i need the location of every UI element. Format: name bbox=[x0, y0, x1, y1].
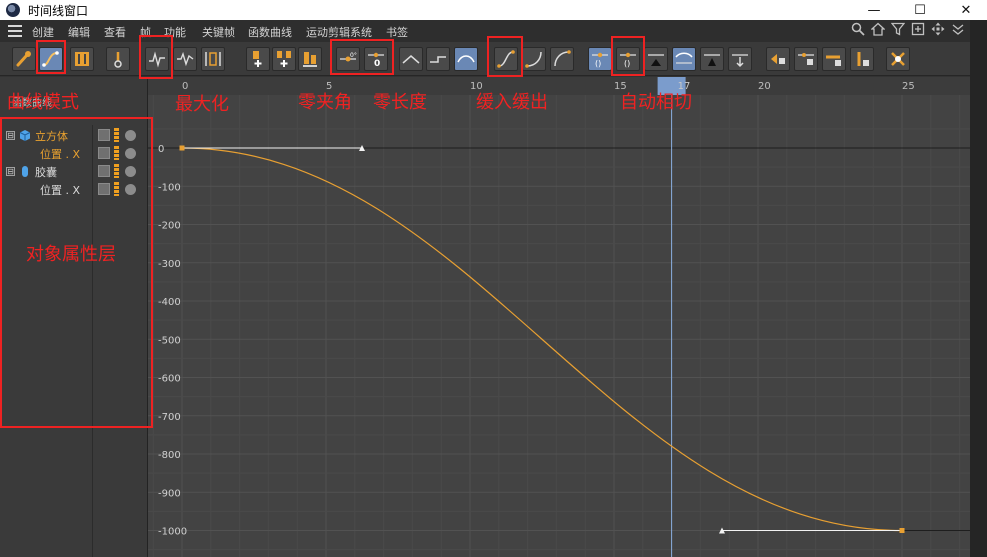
annotation-maximize: 最大化 bbox=[175, 94, 229, 115]
menu-bookmarks[interactable]: 书签 bbox=[386, 24, 408, 40]
value-tick-label: -400 bbox=[158, 297, 181, 308]
auto-tangent-icon: () bbox=[592, 52, 608, 68]
window-title: 时间线窗口 bbox=[28, 4, 89, 18]
dope-sheet-button[interactable] bbox=[70, 47, 94, 71]
curve-mode-highlight bbox=[36, 40, 66, 74]
ease-in-button[interactable] bbox=[522, 47, 546, 71]
menu-view[interactable]: 查看 bbox=[104, 24, 126, 40]
menu-create[interactable]: 创建 bbox=[32, 24, 54, 40]
collapse-icon[interactable] bbox=[950, 22, 966, 38]
right-edge-strip bbox=[970, 20, 987, 557]
menu-key[interactable]: 关键帧 bbox=[202, 24, 235, 40]
annotation-auto-tangent: 自动相切 bbox=[620, 92, 692, 113]
value-tick-label: -700 bbox=[158, 412, 181, 423]
value-tick-label: -900 bbox=[158, 488, 181, 499]
lock-time-button[interactable] bbox=[794, 47, 818, 71]
lock-key-icon bbox=[771, 54, 785, 64]
frame-selected-icon bbox=[205, 52, 221, 66]
value-tick-label: -300 bbox=[158, 259, 181, 270]
key-path-button[interactable] bbox=[12, 47, 36, 71]
annotation-zero-length: 零长度 bbox=[373, 92, 427, 113]
object-attribute-highlight bbox=[0, 117, 153, 428]
add-key-parent-button[interactable] bbox=[298, 47, 322, 71]
weighted-tangent-icon bbox=[675, 52, 693, 64]
auto-tangent-removed-button[interactable] bbox=[644, 47, 668, 71]
lock-tangent-icon bbox=[732, 54, 748, 68]
cinema4d-app-icon bbox=[6, 3, 20, 17]
lock-value-button[interactable] bbox=[822, 47, 846, 71]
break-tangent-button[interactable] bbox=[700, 47, 724, 71]
interactive-mode-button[interactable] bbox=[886, 47, 910, 71]
menu-motion-system[interactable]: 运动剪辑系统 bbox=[306, 24, 372, 40]
close-button[interactable]: ✕ bbox=[943, 0, 987, 20]
ruler-tick-label: 25 bbox=[902, 81, 915, 92]
annotation-object-attribute-layer: 对象属性层 bbox=[26, 244, 116, 265]
step-button[interactable] bbox=[426, 47, 450, 71]
break-tangent-icon bbox=[704, 54, 720, 66]
frame-selected-button[interactable] bbox=[201, 47, 225, 71]
timeline-window: 时间线窗口 — ☐ ✕ 创建 编辑 查看 帧 功能 关键帧 函数曲线 运动剪辑系… bbox=[0, 0, 987, 557]
auto-tangent-removed-icon bbox=[648, 54, 664, 66]
lock-value-icon bbox=[826, 55, 841, 66]
add-key-all-icon bbox=[277, 51, 291, 67]
value-tick-label: 0 bbox=[158, 144, 164, 155]
value-tick-label: -200 bbox=[158, 221, 181, 232]
motion-icon bbox=[114, 52, 122, 68]
key-path-icon bbox=[16, 51, 31, 67]
value-tick-label: -800 bbox=[158, 450, 181, 461]
lock-tangent-length-button[interactable] bbox=[850, 47, 874, 71]
ease-out-icon bbox=[554, 50, 571, 67]
frame-all-button[interactable] bbox=[173, 47, 197, 71]
auto-tangent-button[interactable]: () bbox=[588, 47, 612, 71]
add-key-button[interactable] bbox=[246, 47, 270, 71]
dope-sheet-icon bbox=[75, 52, 89, 66]
ease-in-icon bbox=[525, 51, 542, 68]
f-curve-canvas[interactable]: 0 5 10 15 17 20 250-100-200-300-400-500-600-70… bbox=[148, 77, 970, 557]
maximize-window-button[interactable]: ☐ bbox=[897, 0, 943, 20]
ease-in-out-highlight bbox=[487, 36, 523, 77]
search-icon[interactable] bbox=[850, 22, 866, 38]
value-tick-label: -500 bbox=[158, 335, 181, 346]
frame-all-icon bbox=[177, 51, 194, 67]
ease-out-button[interactable] bbox=[550, 47, 574, 71]
spline-button[interactable] bbox=[454, 47, 478, 71]
keyframe-point bbox=[179, 145, 185, 151]
maximize-highlight bbox=[139, 35, 173, 79]
annotation-ease-in-out: 缓入缓出 bbox=[476, 92, 548, 113]
lock-tangent-length-icon bbox=[857, 52, 869, 66]
menu-f-curve[interactable]: 函数曲线 bbox=[248, 24, 292, 40]
keyframe-point bbox=[899, 528, 905, 533]
svg-text:(): () bbox=[595, 59, 601, 68]
add-key-all-button[interactable] bbox=[272, 47, 296, 71]
interactive-icon bbox=[891, 52, 905, 66]
linear-icon bbox=[402, 55, 420, 64]
step-icon bbox=[430, 56, 446, 63]
ruler-tick-label: 20 bbox=[758, 81, 771, 92]
auto-tangent-highlight bbox=[611, 36, 645, 76]
add-key-parent-icon bbox=[303, 52, 317, 67]
move-icon[interactable] bbox=[930, 22, 946, 38]
lock-tangent-button[interactable] bbox=[728, 47, 752, 71]
annotation-curve-mode: 曲线模式 bbox=[7, 92, 79, 113]
lock-time-icon bbox=[798, 53, 814, 65]
zero-tangent-highlight bbox=[330, 39, 394, 75]
value-tick-label: -1000 bbox=[158, 527, 187, 538]
value-tick-label: -100 bbox=[158, 182, 181, 193]
spline-icon bbox=[457, 55, 475, 63]
value-tick-label: -600 bbox=[158, 374, 181, 385]
title-bar: 时间线窗口 — ☐ ✕ bbox=[0, 0, 987, 20]
add-key-icon bbox=[253, 51, 262, 67]
minimize-button[interactable]: — bbox=[851, 0, 897, 20]
annotation-zero-angle: 零夹角 bbox=[298, 92, 352, 113]
weighted-tangent-button[interactable] bbox=[672, 47, 696, 71]
hamburger-menu-icon[interactable] bbox=[8, 25, 22, 37]
motion-mode-button[interactable] bbox=[106, 47, 130, 71]
new-window-icon[interactable] bbox=[910, 22, 926, 38]
menu-edit[interactable]: 编辑 bbox=[68, 24, 90, 40]
lock-key-button[interactable] bbox=[766, 47, 790, 71]
linear-button[interactable] bbox=[399, 47, 423, 71]
home-icon[interactable] bbox=[870, 22, 886, 38]
filter-icon[interactable] bbox=[890, 22, 906, 38]
